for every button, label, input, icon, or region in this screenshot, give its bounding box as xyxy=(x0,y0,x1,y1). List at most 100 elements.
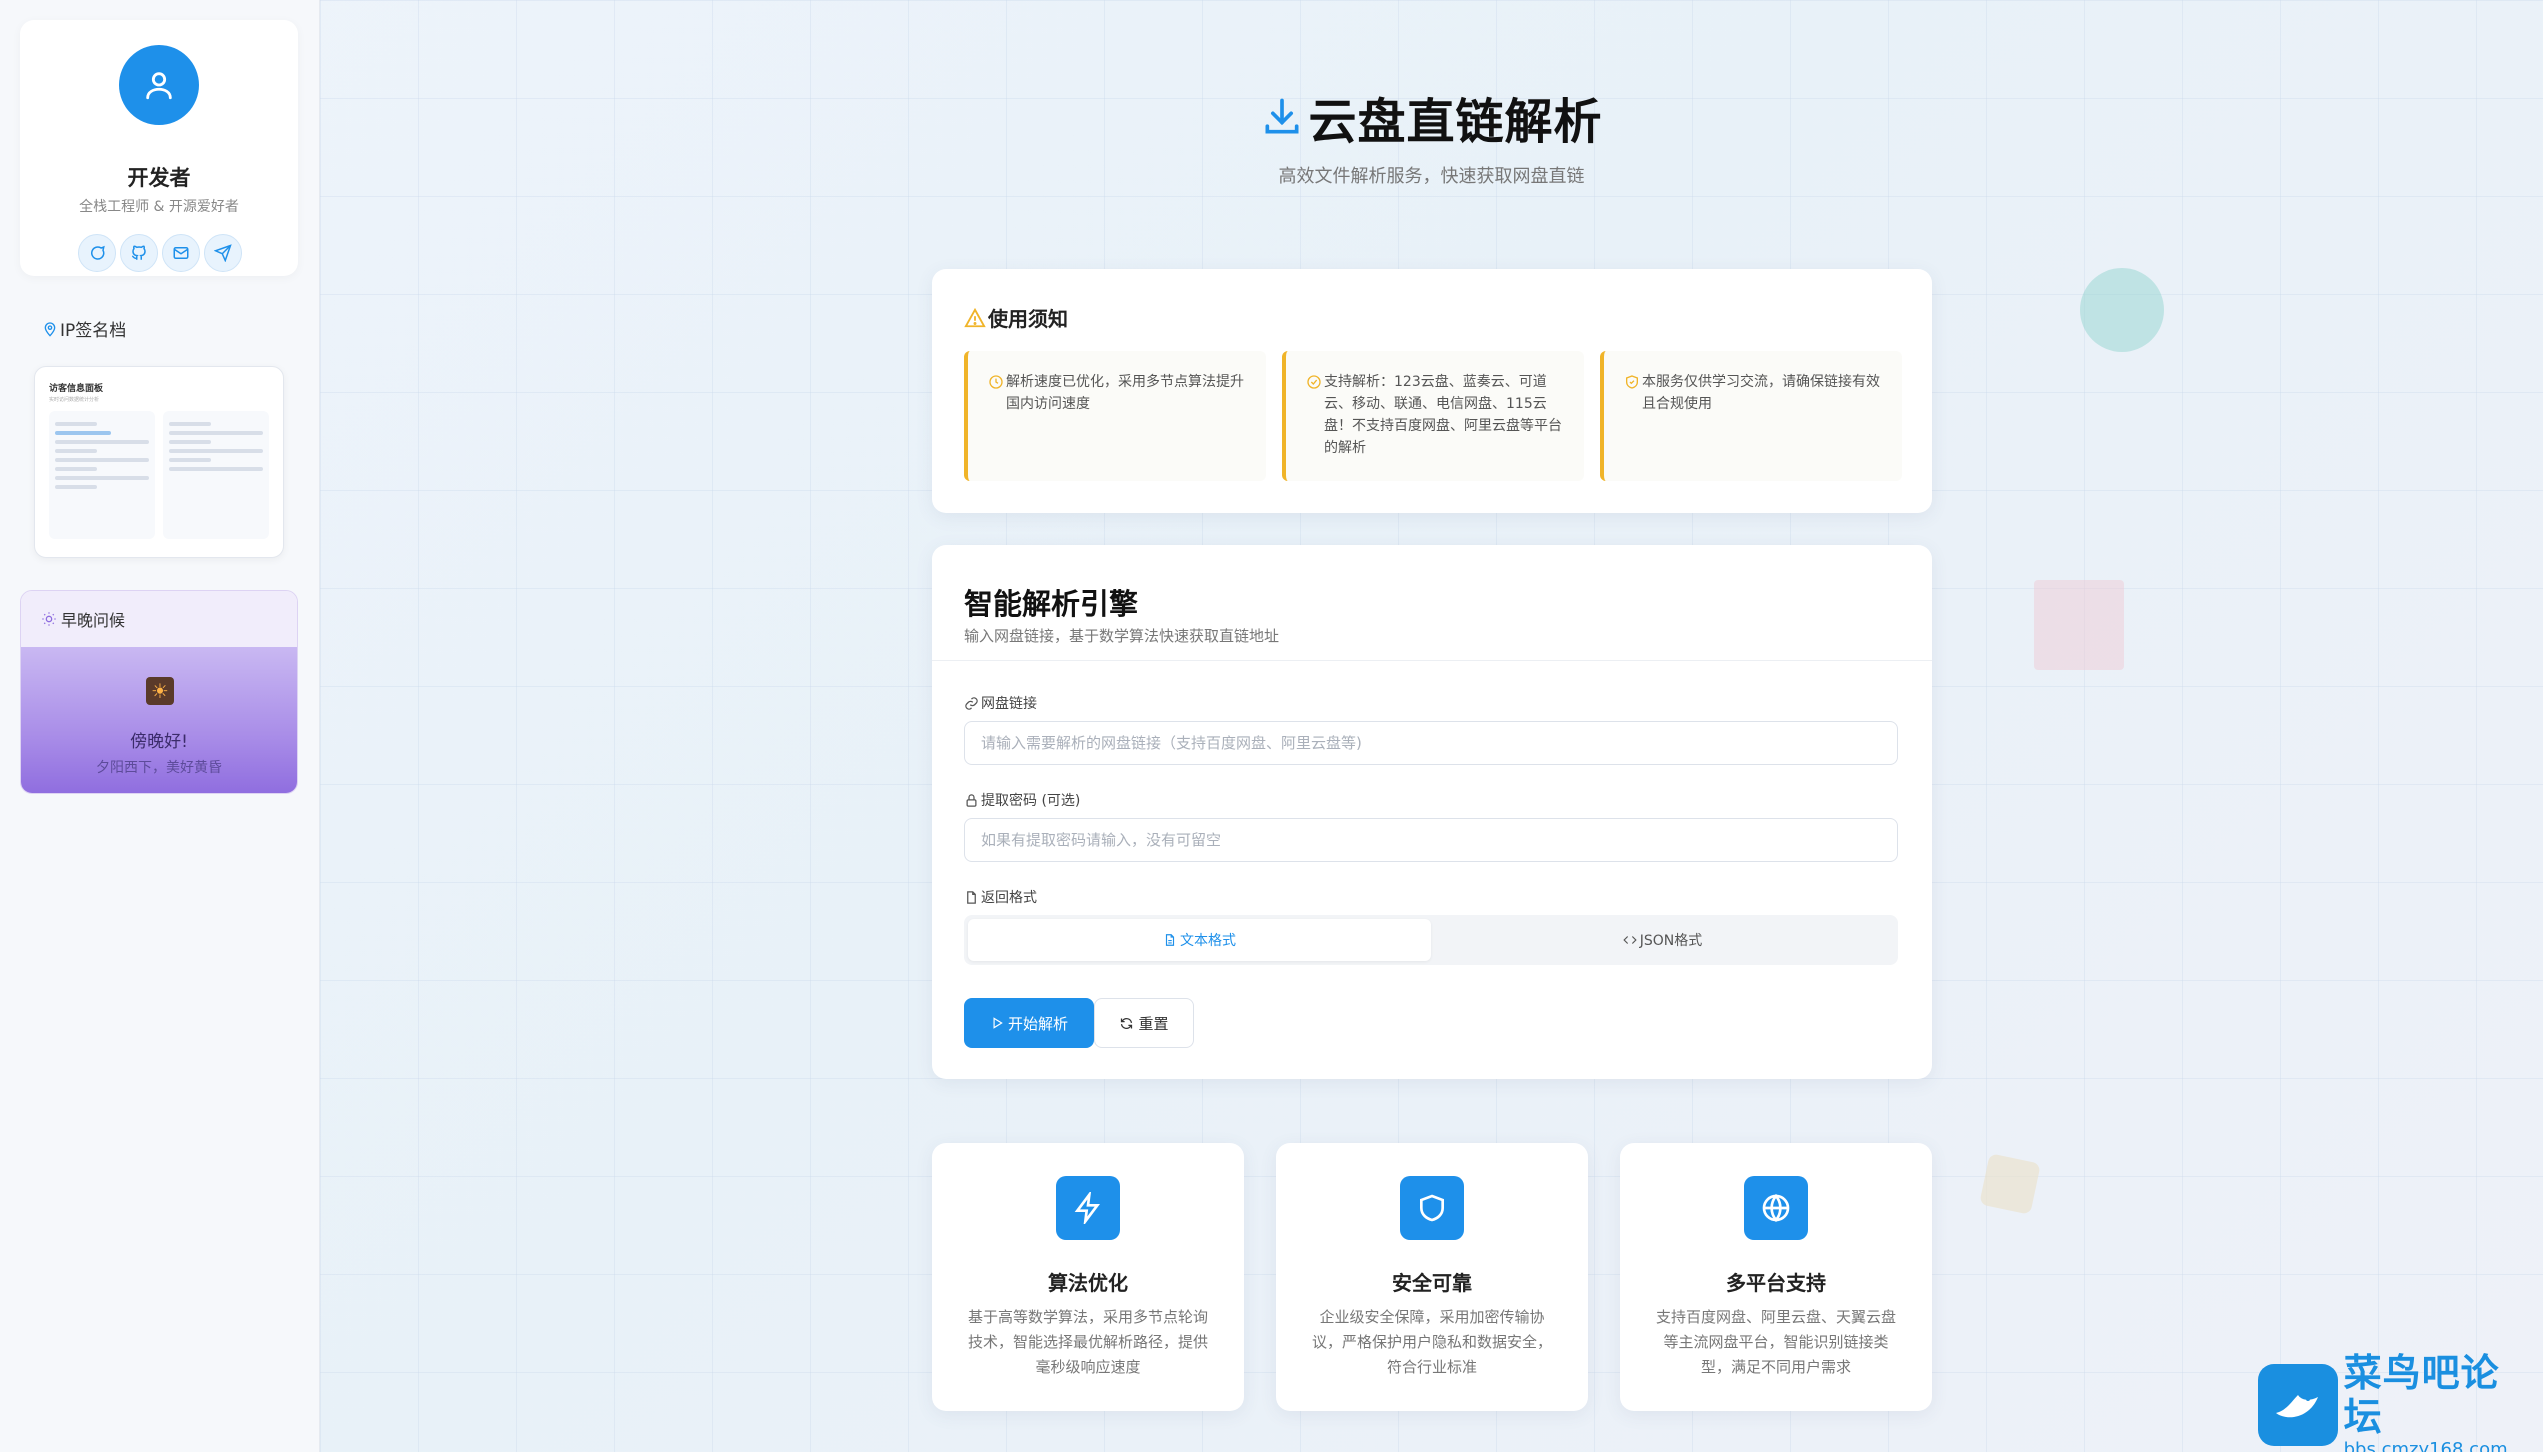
play-icon xyxy=(993,1017,1003,1029)
notice-item-text: 本服务仅供学习交流，请确保链接有效且合规使用 xyxy=(1642,374,1880,412)
download-icon xyxy=(1265,98,1299,134)
decor-square xyxy=(2034,580,2124,670)
watermark-url: bbs.cmzy168.com xyxy=(2343,1438,2508,1452)
feature-title: 多平台支持 xyxy=(1726,1271,1826,1295)
bird-shape xyxy=(2275,1395,2318,1418)
mini-line xyxy=(55,422,98,426)
chat-button[interactable] xyxy=(78,234,116,272)
mini-line xyxy=(55,449,98,453)
greeting-header: 早晚问候 xyxy=(21,591,297,647)
mini-line xyxy=(55,458,149,462)
greeting-text: 傍晚好! xyxy=(130,732,188,752)
mini-line xyxy=(169,431,263,435)
mini-line xyxy=(169,458,212,462)
notice-item: 支持解析：123云盘、蓝奏云、可道云、移动、联通、电信网盘、115云盘！不支持百… xyxy=(1282,351,1584,481)
chat-icon xyxy=(91,245,105,260)
notice-title-label: 使用须知 xyxy=(988,307,1068,331)
shield-check-icon xyxy=(1626,375,1638,389)
password-input[interactable] xyxy=(964,818,1898,862)
parse-engine-card: 智能解析引擎 输入网盘链接，基于数学算法快速获取直链地址 网盘链接 提取密码 (… xyxy=(932,545,1932,1079)
link-field-label-text: 网盘链接 xyxy=(981,696,1037,712)
bird-logo-icon xyxy=(2258,1364,2338,1446)
feature-icon-box xyxy=(1400,1176,1464,1240)
feature-icon-box xyxy=(1744,1176,1808,1240)
greeting-card: 早晚问候 ☀ 傍晚好! 夕阳西下，美好黄昏 xyxy=(20,590,298,794)
greeting-subtext: 夕阳西下，美好黄昏 xyxy=(96,760,222,776)
feature-description: 支持百度网盘、阿里云盘、天翼云盘等主流网盘平台，智能识别链接类型，满足不同用户需… xyxy=(1655,1308,1896,1376)
ip-card-col-left xyxy=(49,411,155,539)
mini-line xyxy=(169,422,212,426)
feature-title: 安全可靠 xyxy=(1392,1271,1472,1295)
format-field-label-text: 返回格式 xyxy=(981,890,1037,906)
mail-button[interactable] xyxy=(162,234,200,272)
location-pin-icon xyxy=(44,321,56,337)
notice-item: 解析速度已优化，采用多节点算法提升国内访问速度 xyxy=(964,351,1266,481)
notice-item-text: 解析速度已优化，采用多节点算法提升国内访问速度 xyxy=(1006,374,1244,412)
format-option-json[interactable]: JSON格式 xyxy=(1431,919,1894,961)
reset-button[interactable]: 重置 xyxy=(1094,998,1194,1048)
send-icon xyxy=(214,244,232,262)
ip-card-subtitle: 实时访问数据统计分析 xyxy=(49,397,100,403)
mail-icon xyxy=(173,247,189,259)
globe-icon xyxy=(1762,1193,1790,1223)
engine-subtitle: 输入网盘链接，基于数学算法快速获取直链地址 xyxy=(964,627,1280,645)
mini-line xyxy=(169,440,212,444)
feature-card: 算法优化 基于高等数学算法，采用多节点轮询技术，智能选择最优解析路径，提供毫秒级… xyxy=(932,1143,1244,1411)
feature-description: 基于高等数学算法，采用多节点轮询技术，智能选择最优解析路径，提供毫秒级响应速度 xyxy=(967,1308,1208,1376)
engine-title: 智能解析引擎 xyxy=(964,587,1139,621)
format-field-label: 返回格式 xyxy=(964,887,1037,907)
password-field-label-text: 提取密码 (可选) xyxy=(981,793,1081,809)
warning-icon xyxy=(964,307,986,327)
feature-title: 算法优化 xyxy=(1048,1271,1128,1295)
ip-section-label: IP签名档 xyxy=(60,321,127,341)
send-button[interactable] xyxy=(204,234,242,272)
code-icon xyxy=(1623,936,1637,944)
shield-icon xyxy=(1420,1194,1444,1222)
mini-line xyxy=(169,467,263,471)
page-header: 云盘直链解析 xyxy=(0,82,2543,152)
watermark-text: 菜鸟吧论坛 bbs.cmzy168.com xyxy=(2344,1351,2533,1452)
password-field-label: 提取密码 (可选) xyxy=(964,790,1080,810)
sidebar: 开发者 全栈工程师 & 开源爱好者 IP签名档 访客信息面板 实时访问数据统计分… xyxy=(0,0,320,1452)
clock-icon xyxy=(989,375,1003,389)
social-links xyxy=(78,234,242,272)
ip-card-title: 访客信息面板 xyxy=(49,384,104,394)
mini-line xyxy=(55,476,149,480)
ip-signature-card[interactable]: 访客信息面板 实时访问数据统计分析 xyxy=(34,366,284,558)
format-option-text[interactable]: 文本格式 xyxy=(968,919,1431,961)
notice-card: 使用须知 解析速度已优化，采用多节点算法提升国内访问速度 支持解析：123云盘、… xyxy=(932,269,1932,513)
profile-subtitle: 全栈工程师 & 开源爱好者 xyxy=(79,199,239,215)
github-button[interactable] xyxy=(120,234,158,272)
mini-line xyxy=(55,485,98,489)
format-toggle: 文本格式 JSON格式 xyxy=(964,915,1898,965)
ip-section-title: IP签名档 xyxy=(42,316,126,341)
format-option-text-label: 文本格式 xyxy=(1180,933,1236,949)
link-icon xyxy=(965,696,978,710)
check-circle-icon xyxy=(1307,375,1321,389)
page-title: 云盘直链解析 xyxy=(1308,94,1603,150)
start-parse-label: 开始解析 xyxy=(1007,1014,1068,1033)
lightning-icon xyxy=(1074,1192,1100,1224)
profile-name: 开发者 xyxy=(127,166,191,190)
greeting-body: ☀ 傍晚好! 夕阳西下，美好黄昏 xyxy=(21,647,297,793)
sunset-icon: ☀ xyxy=(146,677,174,705)
format-option-json-label: JSON格式 xyxy=(1639,933,1703,949)
divider xyxy=(932,660,1932,661)
notice-title: 使用须知 xyxy=(964,303,1068,332)
github-icon xyxy=(131,245,146,260)
feature-description: 企业级安全保障，采用加密传输协议，严格保护用户隐私和数据安全，符合行业标准 xyxy=(1311,1308,1552,1376)
link-input[interactable] xyxy=(964,721,1898,765)
notice-item: 本服务仅供学习交流，请确保链接有效且合规使用 xyxy=(1600,351,1902,481)
mini-line xyxy=(169,449,263,453)
mini-line xyxy=(55,431,112,435)
start-parse-button[interactable]: 开始解析 xyxy=(964,998,1094,1048)
reset-label: 重置 xyxy=(1138,1014,1169,1033)
feature-card: 多平台支持 支持百度网盘、阿里云盘、天翼云盘等主流网盘平台，智能识别链接类型，满… xyxy=(1620,1143,1932,1411)
mini-line xyxy=(55,467,98,471)
mini-line xyxy=(55,440,149,444)
file-icon xyxy=(967,890,976,904)
watermark: 菜鸟吧论坛 bbs.cmzy168.com xyxy=(2258,1351,2533,1452)
file-text-icon xyxy=(1165,934,1175,946)
ip-card-columns xyxy=(49,411,269,539)
page-subtitle: 高效文件解析服务，快速获取网盘直链 xyxy=(1278,166,1585,187)
